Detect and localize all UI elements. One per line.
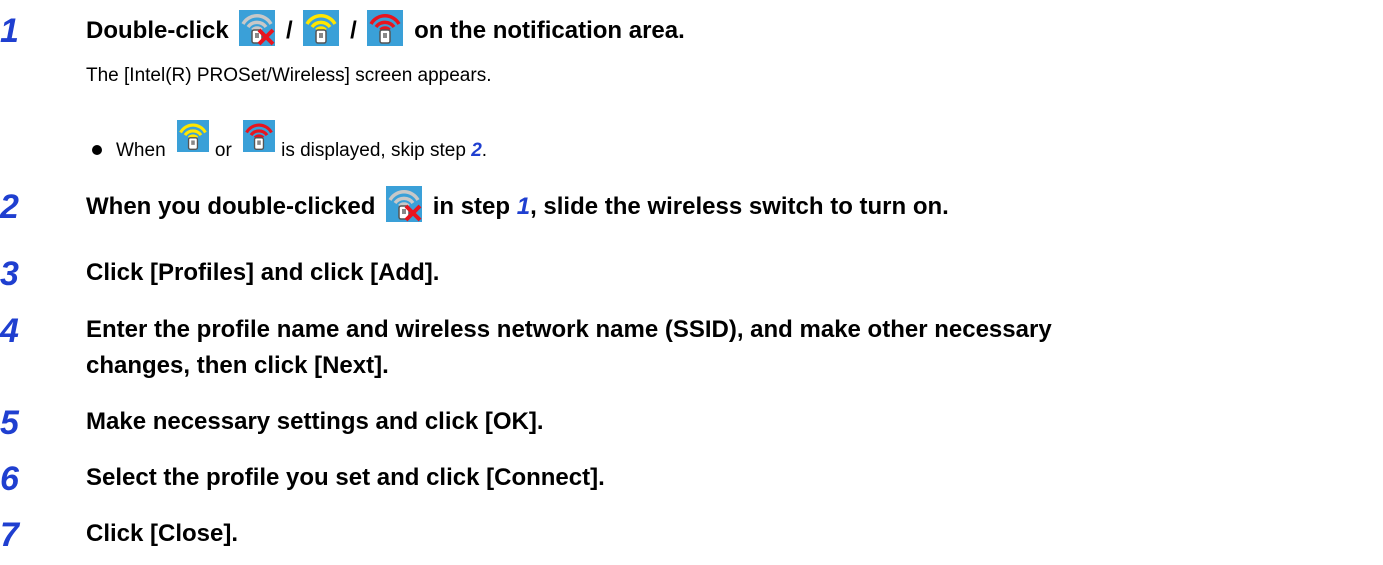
bullet-icon <box>92 144 102 155</box>
note-text: is displayed, skip step <box>281 140 466 161</box>
step-number: 5 <box>0 404 19 442</box>
separator: / <box>350 17 357 44</box>
note-text: When <box>116 140 166 161</box>
step-heading: When you double-clicked in step 1, slide… <box>86 186 949 227</box>
note-text: or <box>214 140 232 161</box>
step-text: Click [Profiles] and click [Add]. <box>86 259 440 286</box>
step-text: Make necessary settings and click [OK]. <box>86 408 544 435</box>
wireless-red-icon <box>367 10 403 46</box>
step-text: in step <box>432 193 511 220</box>
step-number: 3 <box>0 255 19 293</box>
wireless-yellow-icon <box>177 120 209 152</box>
step-text: , slide the wireless switch to turn on. <box>530 193 949 220</box>
step-number: 2 <box>0 188 19 226</box>
step-reference-link[interactable]: 2 <box>471 140 482 161</box>
step-text: changes, then click [Next]. <box>86 352 389 379</box>
step-description: The [Intel(R) PROSet/Wireless] screen ap… <box>86 65 492 86</box>
step-heading: Double-click / / on the notification are… <box>86 10 685 51</box>
step-text: When you double-clicked <box>86 193 376 220</box>
wireless-off-icon <box>386 186 422 222</box>
step-number: 4 <box>0 312 19 350</box>
step-text: Enter the profile name and wireless netw… <box>86 316 1052 343</box>
separator: / <box>286 17 293 44</box>
step-text: on the notification area. <box>414 17 685 44</box>
step-text: Double-click <box>86 17 229 44</box>
bullet-note: When or is displayed, skip step 2. <box>86 120 487 163</box>
step-number: 6 <box>0 460 19 498</box>
wireless-red-icon <box>243 120 275 152</box>
step-text: Click [Close]. <box>86 520 239 547</box>
note-text: . <box>481 140 488 161</box>
wireless-off-icon <box>239 10 275 46</box>
step-number: 7 <box>0 516 19 554</box>
wireless-yellow-icon <box>303 10 339 46</box>
step-reference-link[interactable]: 1 <box>517 193 530 220</box>
step-text: Select the profile you set and click [Co… <box>86 464 605 491</box>
step-number: 1 <box>0 12 19 50</box>
